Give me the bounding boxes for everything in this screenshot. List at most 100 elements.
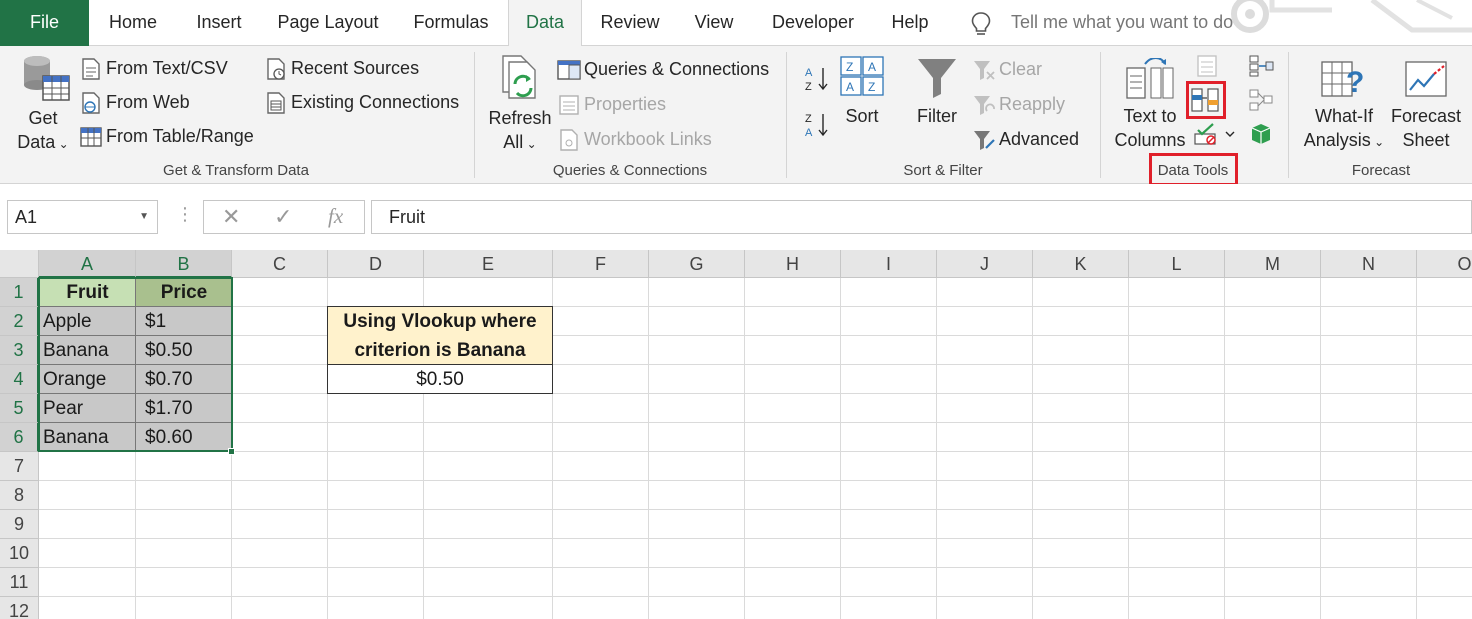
svg-text:A: A (868, 60, 876, 74)
lookup-title-line-2[interactable]: criterion is Banana (328, 336, 552, 365)
cell-a1[interactable]: Fruit (39, 278, 136, 307)
clear-filter-icon (974, 61, 995, 80)
text-file-icon (82, 58, 100, 80)
column-header-l[interactable]: L (1129, 250, 1225, 278)
column-header-a[interactable]: A (39, 250, 136, 278)
tab-help[interactable]: Help (880, 0, 940, 46)
forecast-sheet-button[interactable]: Forecast Sheet (1388, 58, 1464, 152)
svg-text:Z: Z (805, 81, 812, 92)
row-header-9[interactable]: 9 (0, 510, 39, 539)
cell-b4[interactable]: $0.70 (141, 365, 231, 394)
group-separator (786, 52, 787, 178)
column-header-d[interactable]: D (328, 250, 424, 278)
consolidate-button[interactable] (1248, 54, 1274, 83)
database-table-icon (24, 56, 70, 101)
forecast-chart-icon (1405, 61, 1447, 97)
cell-a5[interactable]: Pear (39, 394, 135, 423)
enter-check-icon[interactable]: ✓ (274, 204, 292, 230)
cell-b5[interactable]: $1.70 (141, 394, 231, 423)
highlight-data-tools-label (1149, 153, 1238, 186)
formula-bar-resize-handle[interactable]: ⋮ (176, 204, 194, 225)
tab-page-layout[interactable]: Page Layout (270, 0, 386, 46)
manage-data-model-button[interactable] (1248, 122, 1274, 151)
group-label-queries: Queries & Connections (552, 162, 708, 179)
gridline (39, 480, 1472, 481)
cell-a6[interactable]: Banana (39, 423, 135, 452)
tab-formulas[interactable]: Formulas (402, 0, 500, 46)
chevron-down-icon: ⌄ (1370, 135, 1385, 149)
cell-b2[interactable]: $1 (141, 307, 231, 336)
row-header-1[interactable]: 1 (0, 278, 39, 307)
row-header-8[interactable]: 8 (0, 481, 39, 510)
cell-b6[interactable]: $0.60 (141, 423, 231, 452)
row-header-6[interactable]: 6 (0, 423, 39, 452)
insert-function-icon[interactable]: fx (328, 204, 343, 229)
row-header-11[interactable]: 11 (0, 568, 39, 597)
cell-a3[interactable]: Banana (39, 336, 135, 365)
tab-view[interactable]: View (684, 0, 744, 46)
row-header-12[interactable]: 12 (0, 597, 39, 619)
row-header-2[interactable]: 2 (0, 307, 39, 336)
what-if-analysis-button[interactable]: ? What-If Analysis ⌄ (1298, 58, 1390, 154)
cancel-icon[interactable]: ✕ (222, 204, 240, 230)
tab-review[interactable]: Review (592, 0, 668, 46)
column-header-j[interactable]: J (937, 250, 1033, 278)
row-header-3[interactable]: 3 (0, 336, 39, 365)
column-header-o[interactable]: O (1417, 250, 1472, 278)
tab-file[interactable]: File (0, 0, 89, 46)
gridline (39, 538, 1472, 539)
column-header-g[interactable]: G (649, 250, 745, 278)
lookup-result-cell[interactable]: $0.50 (328, 365, 552, 394)
tab-home[interactable]: Home (96, 0, 170, 46)
svg-text:Z: Z (868, 80, 875, 94)
relationships-button[interactable] (1248, 88, 1274, 117)
svg-text:Z: Z (805, 113, 812, 125)
row-header-10[interactable]: 10 (0, 539, 39, 568)
gridline (39, 567, 1472, 568)
name-box[interactable]: A1 ▼ (7, 200, 158, 234)
column-header-m[interactable]: M (1225, 250, 1321, 278)
text-to-columns-button[interactable]: Text to Columns (1110, 58, 1190, 152)
chevron-down-icon: ▼ (139, 211, 149, 222)
group-separator (1288, 52, 1289, 178)
cell-b3[interactable]: $0.50 (141, 336, 231, 365)
row-header-4[interactable]: 4 (0, 365, 39, 394)
column-header-b[interactable]: B (136, 250, 232, 278)
sort-z-to-a-button[interactable]: ZA (804, 110, 830, 143)
refresh-all-button[interactable]: Refresh All ⌄ (484, 52, 556, 156)
column-header-h[interactable]: H (745, 250, 841, 278)
gridline (39, 393, 1472, 394)
consolidate-icon (1249, 55, 1274, 77)
refresh-icon (502, 55, 536, 99)
svg-text:A: A (846, 80, 854, 94)
cell-a4[interactable]: Orange (39, 365, 135, 394)
column-header-f[interactable]: F (553, 250, 649, 278)
cell-b1[interactable]: Price (136, 278, 232, 307)
formula-input[interactable]: Fruit (371, 200, 1472, 234)
chevron-down-icon: ⌄ (523, 137, 537, 151)
flash-fill-button[interactable] (1195, 54, 1219, 83)
get-data-button[interactable]: Get Data ⌄ (10, 52, 76, 156)
queries-pane-icon (557, 60, 581, 80)
filter-button[interactable]: Filter (912, 56, 962, 128)
column-header-k[interactable]: K (1033, 250, 1129, 278)
tab-data[interactable]: Data (508, 0, 582, 47)
row-header-5[interactable]: 5 (0, 394, 39, 423)
gridline (39, 422, 1472, 423)
highlight-remove-duplicates (1186, 81, 1226, 119)
sort-a-to-z-button[interactable]: AZ (804, 64, 830, 97)
tab-developer[interactable]: Developer (760, 0, 866, 46)
column-header-e[interactable]: E (424, 250, 553, 278)
data-validation-button[interactable] (1193, 122, 1235, 151)
cell-a2[interactable]: Apple (39, 307, 135, 336)
row-header-7[interactable]: 7 (0, 452, 39, 481)
lookup-title-line-1[interactable]: Using Vlookup where (328, 307, 552, 336)
column-header-i[interactable]: I (841, 250, 937, 278)
tab-insert[interactable]: Insert (184, 0, 254, 46)
column-header-n[interactable]: N (1321, 250, 1417, 278)
formula-bar: A1 ▼ ⋮ ✕ ✓ fx Fruit (0, 184, 1472, 250)
column-header-c[interactable]: C (232, 250, 328, 278)
sort-button[interactable]: ZAAZ Sort (838, 56, 886, 128)
select-all-corner[interactable] (0, 250, 39, 278)
advanced-filter-icon (974, 131, 995, 150)
